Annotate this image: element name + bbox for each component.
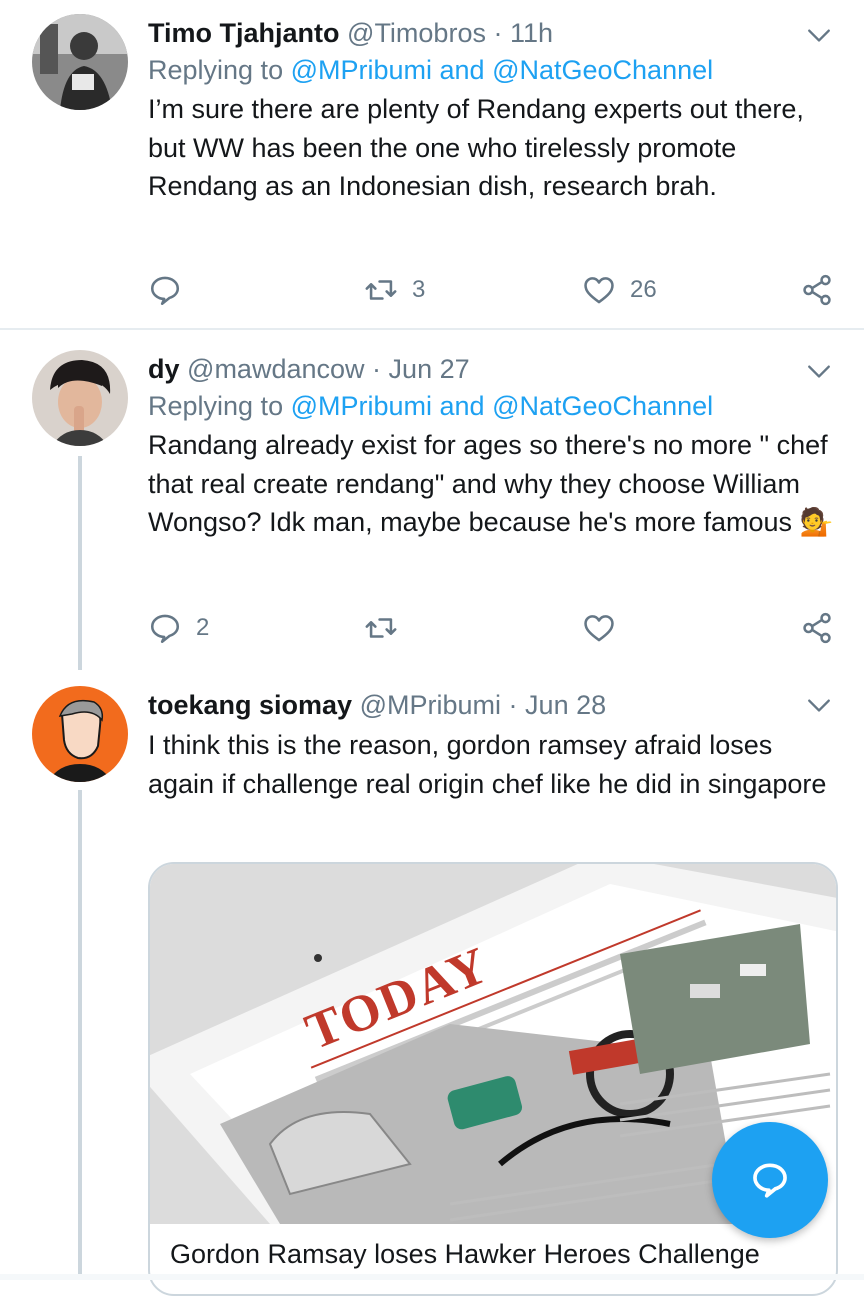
like-button[interactable]: 26 [582,270,657,310]
chevron-down-icon[interactable] [806,22,832,48]
avatar-image-icon [32,350,128,446]
avatar-image-icon [32,14,128,110]
reply-mention-1[interactable]: @MPribumi [291,391,432,421]
compose-button[interactable] [712,1122,828,1238]
like-icon [584,277,614,304]
tweet-text: I think this is the reason, gordon ramse… [148,730,827,799]
tweet-text: I’m sure there are plenty of Rendang exp… [148,94,804,201]
tweet-header: dy @mawdancow · Jun 27 [148,352,838,386]
compose-icon [753,1163,787,1198]
retweet-icon [365,280,397,300]
timestamp[interactable]: Jun 28 [525,690,606,720]
bottom-edge [0,1274,864,1280]
retweet-button[interactable] [364,608,398,648]
like-count: 26 [630,276,657,303]
reply-button[interactable] [148,270,182,310]
reply-count: 2 [196,614,210,641]
avatar[interactable] [32,686,128,782]
avatar[interactable] [32,14,128,110]
share-icon [803,274,831,306]
replying-prefix: Replying to [148,55,291,85]
reply-mention-1[interactable]: @MPribumi [291,55,432,85]
reply-icon [150,614,180,644]
reply-button[interactable]: 2 [148,608,209,648]
timestamp[interactable]: Jun 27 [389,354,470,384]
replying-to: Replying to @MPribumi and @NatGeoChannel [148,52,838,88]
retweet-icon [365,618,397,638]
replying-prefix: Replying to [148,391,291,421]
user-handle[interactable]: @MPribumi [360,690,501,720]
reply-and[interactable]: and [432,55,492,85]
timestamp[interactable]: 11h [510,18,553,48]
emoji-person-tipping-hand: 💁 [799,507,834,537]
retweet-count: 3 [412,276,426,303]
separator-dot: · [372,354,382,384]
reply-and[interactable]: and [432,391,492,421]
share-button[interactable] [800,270,834,310]
replying-to: Replying to @MPribumi and @NatGeoChannel [148,388,838,424]
user-handle[interactable]: @mawdancow [187,354,364,384]
display-name[interactable]: Timo Tjahjanto [148,18,340,48]
retweet-button[interactable]: 3 [364,270,425,310]
tweet-actions: 3 26 [148,270,838,310]
chevron-down-icon[interactable] [806,692,832,718]
thread-connector [78,790,82,1280]
display-name[interactable]: dy [148,354,180,384]
link-preview-title: Gordon Ramsay loses Hawker Heroes Challe… [170,1239,760,1269]
tweet-divider [0,328,864,330]
tweet-actions: 2 [148,608,838,648]
reply-icon [150,276,180,306]
tweet-header: toekang siomay @MPribumi · Jun 28 [148,688,838,722]
tweet-header: Timo Tjahjanto @Timobros · 11h [148,16,838,50]
user-handle[interactable]: @Timobros [347,18,486,48]
like-button[interactable] [582,608,616,648]
avatar[interactable] [32,350,128,446]
share-icon [803,612,831,644]
reply-mention-2[interactable]: @NatGeoChannel [492,55,713,85]
separator-dot: · [508,690,518,720]
tweet-text: Randang already exist for ages so there'… [148,430,828,537]
link-preview-card[interactable]: TODAY Gordon Ramsay loses Hawker Heroes … [148,862,838,1296]
reply-mention-2[interactable]: @NatGeoChannel [492,391,713,421]
avatar-image-icon [32,686,128,782]
display-name[interactable]: toekang siomay [148,690,352,720]
separator-dot: · [493,18,503,48]
chevron-down-icon[interactable] [806,358,832,384]
tweet-text-container: Randang already exist for ages so there'… [148,426,838,542]
thread-connector [78,456,82,670]
like-icon [584,615,614,642]
share-button[interactable] [800,608,834,648]
